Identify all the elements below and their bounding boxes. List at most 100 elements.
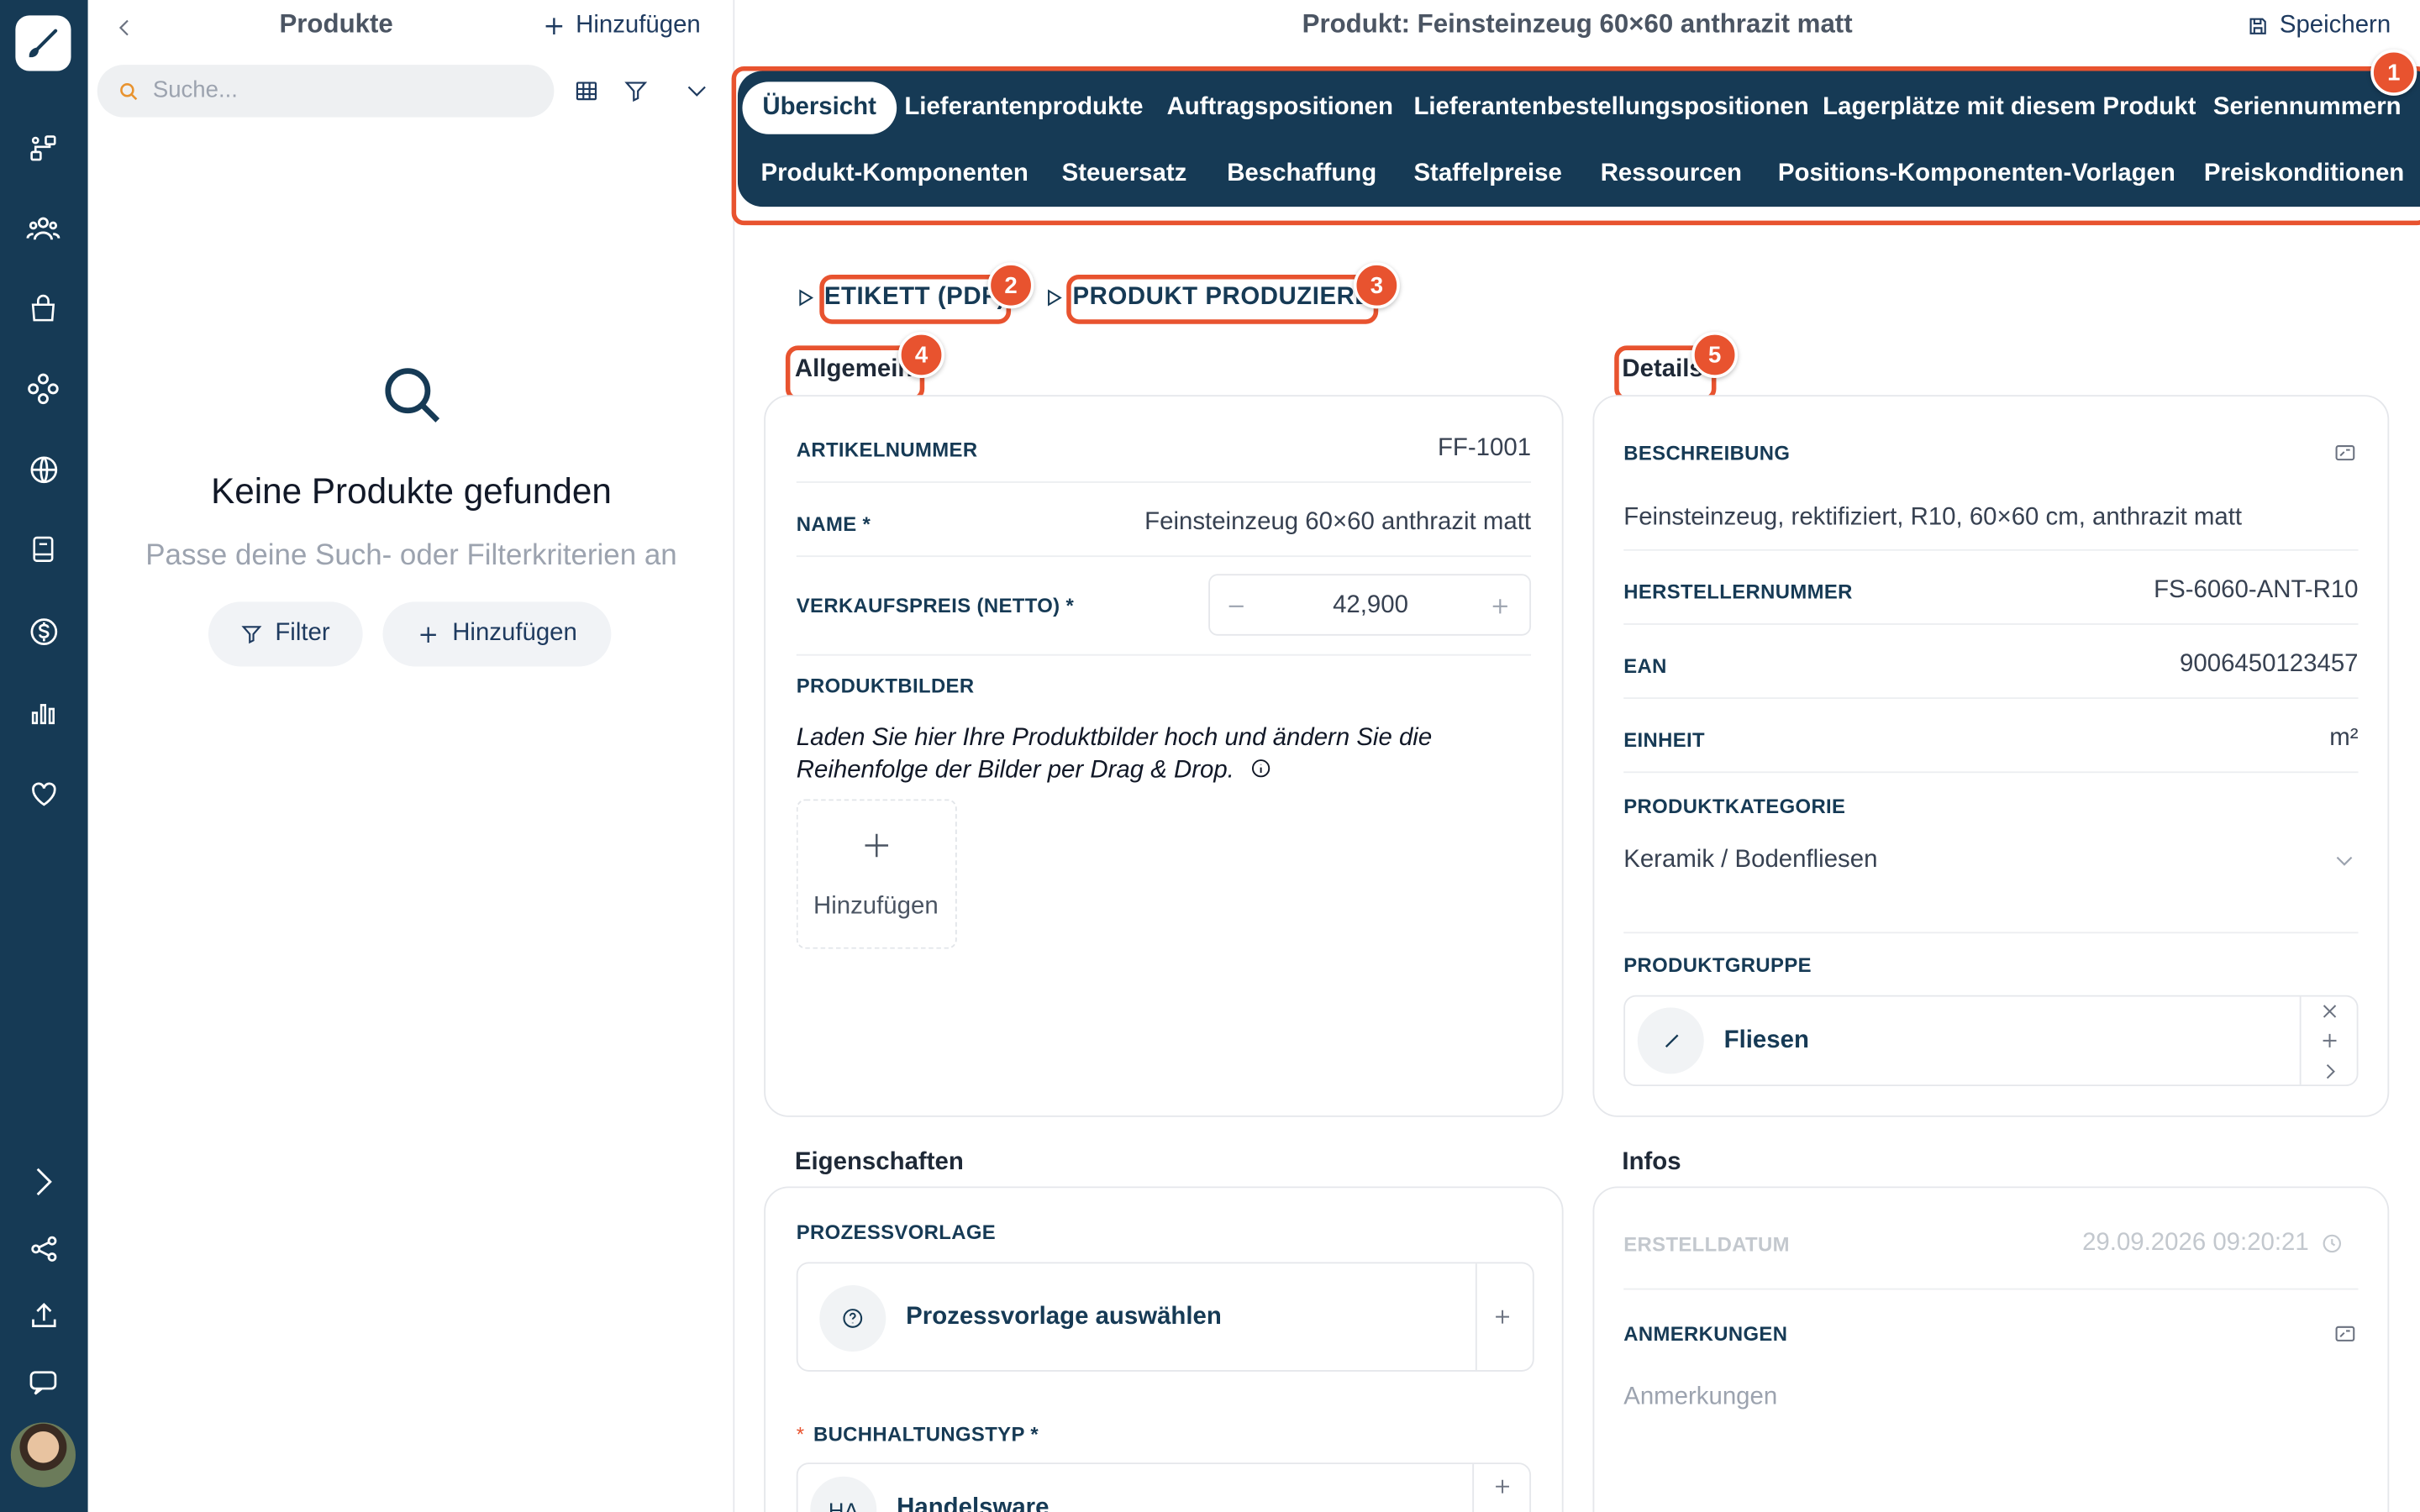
components-icon[interactable] xyxy=(22,367,65,410)
bar-chart-icon[interactable] xyxy=(22,691,65,734)
tab-beschaffung[interactable]: Beschaffung xyxy=(1227,160,1376,188)
produktgruppe-value[interactable]: Fliesen xyxy=(1724,1027,1809,1055)
produktbilder-hint: Laden Sie hier Ihre Produktbilder hoch u… xyxy=(797,722,1507,787)
tab-lagerplaetze[interactable]: Lagerplätze mit diesem Produkt xyxy=(1823,94,2196,122)
tab-staffelpreise[interactable]: Staffelpreise xyxy=(1413,160,1561,188)
plus-icon[interactable] xyxy=(1489,596,1511,617)
herstellernummer-value[interactable]: FS-6060-ANT-R10 xyxy=(1929,577,2358,605)
tab-uebersicht[interactable]: Übersicht xyxy=(742,81,897,134)
plus-icon xyxy=(420,626,436,643)
tab-steuersatz[interactable]: Steuersatz xyxy=(1062,160,1187,188)
produkt-produzieren-button[interactable]: PRODUKT PRODUZIEREN xyxy=(1044,284,1390,312)
produktbilder-label: PRODUKTBILDER xyxy=(796,674,975,698)
tab-auftragspositionen[interactable]: Auftragspositionen xyxy=(1167,94,1393,122)
buchhaltungstyp-label: BUCHHALTUNGSTYP * xyxy=(813,1422,1039,1446)
close-icon[interactable] xyxy=(2320,1001,2340,1021)
anmerkungen-input[interactable]: Anmerkungen xyxy=(1623,1384,1777,1412)
chevron-down-icon[interactable] xyxy=(684,79,710,103)
chat-icon[interactable] xyxy=(22,1361,65,1404)
question-icon xyxy=(819,1284,886,1352)
brush-logo-icon[interactable] xyxy=(15,15,71,71)
buchhaltungstyp-value[interactable]: Handelsware xyxy=(897,1495,1049,1512)
tab-bar: Übersicht Lieferantenprodukte Auftragspo… xyxy=(737,71,2420,207)
filter-icon xyxy=(241,626,262,644)
table-view-icon[interactable] xyxy=(574,79,598,103)
image-upload-label: Hinzufügen xyxy=(813,893,939,920)
ean-value[interactable]: 9006450123457 xyxy=(1929,651,2358,679)
allgemein-title: Allgemein xyxy=(794,356,913,383)
users-icon[interactable] xyxy=(22,207,65,249)
plus-icon[interactable] xyxy=(2320,1031,2340,1051)
minus-icon[interactable] xyxy=(1225,596,1247,617)
beschreibung-label: BESCHREIBUNG xyxy=(1623,441,1791,465)
divider xyxy=(1623,697,2359,700)
prozessvorlage-select[interactable]: Prozessvorlage auswählen xyxy=(796,1262,1534,1372)
erstelldatum-value: 29.09.2026 09:20:21 xyxy=(2082,1229,2309,1257)
globe-icon[interactable] xyxy=(22,448,65,491)
buchhaltungstyp-field[interactable]: HA Handelsware xyxy=(796,1462,1532,1512)
shopping-bag-icon[interactable] xyxy=(22,287,65,330)
tab-positions-komponenten-vorlagen[interactable]: Positions-Komponenten-Vorlagen xyxy=(1778,160,2175,188)
name-value[interactable]: Feinsteinzeug 60×60 anthrazit matt xyxy=(1018,509,1531,537)
divider xyxy=(1623,623,2359,625)
search-icon xyxy=(120,83,138,101)
ean-label: EAN xyxy=(1623,654,1667,678)
plus-icon[interactable] xyxy=(1492,1307,1512,1327)
empty-add-button[interactable]: Hinzufügen xyxy=(382,601,612,667)
step-badge-4: 4 xyxy=(897,331,945,378)
chevron-down-icon[interactable] xyxy=(2333,850,2355,872)
etikett-pdf-label: ETIKETT (PDF) xyxy=(823,283,1006,311)
tab-lieferantenbestellungspositionen[interactable]: Lieferantenbestellungspositionen xyxy=(1413,94,1808,122)
divider xyxy=(1623,771,2359,774)
einheit-label: EINHEIT xyxy=(1623,727,1706,752)
list-add-label: Hinzufügen xyxy=(576,12,701,39)
produktkategorie-select[interactable]: Keramik / Bodenfliesen xyxy=(1623,847,1877,874)
brush-icon xyxy=(1664,1033,1678,1047)
tab-seriennummern[interactable]: Seriennummern xyxy=(2213,94,2402,122)
dollar-icon[interactable] xyxy=(22,610,65,653)
prozessvorlage-placeholder: Prozessvorlage auswählen xyxy=(906,1304,1222,1331)
tab-ressourcen[interactable]: Ressourcen xyxy=(1601,160,1742,188)
price-stepper[interactable]: 42,900 xyxy=(1208,574,1532,636)
details-title: Details xyxy=(1622,356,1703,383)
flow-icon[interactable] xyxy=(22,127,65,170)
produkt-produzieren-label: PRODUKT PRODUZIEREN xyxy=(1072,283,1391,311)
list-add-button[interactable]: Hinzufügen xyxy=(542,13,701,40)
plus-icon xyxy=(545,18,563,35)
step-badge-1: 1 xyxy=(2370,49,2417,96)
tab-preiskonditionen[interactable]: Preiskonditionen xyxy=(2204,160,2404,188)
produktgruppe-field[interactable]: Fliesen xyxy=(1623,995,2359,1087)
search-input[interactable]: Suche... xyxy=(97,65,555,118)
produktgruppe-label: PRODUKTGRUPPE xyxy=(1623,953,1812,977)
book-icon[interactable] xyxy=(22,528,65,570)
image-upload-button[interactable]: Hinzufügen xyxy=(796,799,957,949)
tab-produkt-komponenten[interactable]: Produkt-Komponenten xyxy=(761,160,1028,188)
einheit-value[interactable]: m² xyxy=(1929,725,2358,753)
step-badge-3: 3 xyxy=(1353,262,1400,309)
name-label: NAME * xyxy=(796,512,871,536)
tab-lieferantenprodukte[interactable]: Lieferantenprodukte xyxy=(904,94,1143,122)
divider xyxy=(1623,549,2359,551)
heart-icon[interactable] xyxy=(22,771,65,814)
expand-editor-icon[interactable] xyxy=(2333,1322,2357,1346)
chevron-right-icon[interactable] xyxy=(2320,1062,2340,1082)
filter-icon[interactable] xyxy=(623,79,648,103)
price-value[interactable]: 42,900 xyxy=(1271,592,1469,620)
back-chevron-icon[interactable] xyxy=(114,14,136,42)
artikelnummer-value[interactable]: FF-1001 xyxy=(1173,435,1531,463)
plus-icon[interactable] xyxy=(1492,1477,1512,1497)
info-icon[interactable] xyxy=(1250,758,1272,780)
expand-editor-icon[interactable] xyxy=(2333,441,2357,465)
product-list-panel xyxy=(87,0,735,1512)
buchhaltung-avatar: HA xyxy=(810,1476,877,1512)
etikett-pdf-button[interactable]: ETIKETT (PDF) xyxy=(797,284,1006,312)
avatar[interactable] xyxy=(10,1422,76,1488)
required-star: * xyxy=(796,1422,805,1446)
filter-button[interactable]: Filter xyxy=(208,601,363,667)
upload-icon[interactable] xyxy=(22,1293,65,1336)
chevron-right-icon[interactable] xyxy=(22,1160,65,1203)
share-icon[interactable] xyxy=(22,1226,65,1269)
save-button[interactable]: Speichern xyxy=(2247,13,2391,40)
beschreibung-value[interactable]: Feinsteinzeug, rektifiziert, R10, 60×60 … xyxy=(1623,505,2242,533)
infos-title: Infos xyxy=(1622,1149,1681,1176)
